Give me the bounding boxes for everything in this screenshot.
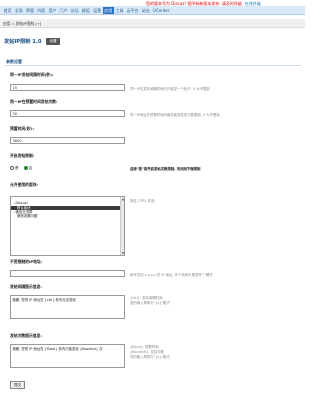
count-msg-textarea[interactable]: 抱歉, 您的 IP 地址在 {flood} 秒内只能发帖 {floodctrl}… xyxy=(10,344,125,368)
interval-msg-label: 发帖间隔提示信息: xyxy=(10,284,42,289)
radio-no-label: 否 xyxy=(28,166,33,170)
plugin-title-row: 发帖IP限制 1.0 设置 xyxy=(4,38,60,45)
scroll-up-icon[interactable]: ▲ xyxy=(121,197,125,201)
radio-no-circle xyxy=(23,166,28,170)
nav-item[interactable]: 群组 xyxy=(80,7,91,14)
radio-yes-circle xyxy=(10,166,14,170)
forums-scrollbar[interactable]: ▲ ▼ xyxy=(120,197,124,255)
breadcrumb: 应用 » 发帖IP限制 [+] xyxy=(3,21,42,26)
post-interval-label: 同一IP发帖间隔时间(秒): xyxy=(10,72,54,77)
admin-header: 您的版本号为 Discuz! 程序有新版本发布: 请及时升级 在线升级 首页 全局界… xyxy=(0,0,305,19)
submit-button[interactable]: 提交 xyxy=(10,381,26,389)
forums-tip: 按住 CTRL 多选 xyxy=(130,199,155,203)
count-msg-tip: {flood}: 预置时间 {floodctrl}: 发帖次数 您的输入帮助与"… xyxy=(130,345,170,359)
nav-item[interactable]: 论坛 xyxy=(69,7,80,14)
nav-item[interactable]: 门户 xyxy=(58,7,69,14)
post-interval-input[interactable]: 15 xyxy=(10,84,125,91)
preset-time-label: 预置时间(秒): xyxy=(10,126,34,131)
radio-yes[interactable]: 是 xyxy=(10,166,19,171)
forums-label: 允许使用的版块: xyxy=(10,182,39,187)
nav-item[interactable]: 站长 xyxy=(140,7,151,14)
post-interval-tip: 同一IP在发帖间隔时间内只能发一个帖子, 0 为不限制 xyxy=(130,87,210,91)
exclude-ip-label: 不受限制的IP地址: xyxy=(10,259,43,264)
post-count-label: 同一IP在预置时间发帖次数: xyxy=(10,99,58,104)
radio-yes-label: 是 xyxy=(15,166,19,170)
forums-select[interactable]: --Discuz! 默认版块 --微信交流群 微信设置问题 ▲ ▼ xyxy=(10,196,125,256)
nav-item[interactable]: 首页 xyxy=(2,7,13,14)
scroll-down-icon[interactable]: ▼ xyxy=(121,251,125,255)
exclude-ip-tip: 填写形如 x.x.x.x 的 IP 地址, 多个请用半角逗号","隔开 xyxy=(130,273,213,277)
main-nav: 首页 全局 界面 内容 用户 门户 论坛 群组 运营 应用 工具 云平台 站长 UCenter xyxy=(0,6,305,15)
nav-item[interactable]: UCenter xyxy=(151,7,171,14)
open-filter-radio-group: 是 否 xyxy=(10,166,32,171)
nav-item[interactable]: 应用 xyxy=(102,7,114,14)
section-title: 参数设置 xyxy=(6,59,22,64)
nav-item[interactable]: 界面 xyxy=(24,7,35,14)
interval-msg-tip: {ctrl}: 发帖间隔时间 您的输入帮助与"{s}"格式 xyxy=(130,296,170,305)
preset-time-input[interactable]: 3600 xyxy=(10,137,125,144)
radio-no[interactable]: 否 xyxy=(23,166,33,171)
breadcrumb-bar: 应用 » 发帖IP限制 [+] xyxy=(0,19,305,28)
exclude-ip-input[interactable] xyxy=(10,270,125,277)
post-count-tip: 同一IP地址在预置时间内最多能发帖的次数限制, 0 为不限制 xyxy=(130,113,220,117)
open-filter-label: 开启发帖限制: xyxy=(10,153,35,158)
plugin-title: 发帖IP限制 1.0 xyxy=(4,39,42,45)
nav-item[interactable]: 全局 xyxy=(13,7,24,14)
open-filter-tip: 选择"是"将开启发帖次数限制, 关闭则不做限制 xyxy=(130,167,201,171)
interval-msg-textarea[interactable]: 抱歉, 您的 IP 地址在 {ctrl} 秒内无法发帖 xyxy=(10,295,125,319)
settings-button[interactable]: 设置 xyxy=(46,38,60,45)
nav-item[interactable]: 内容 xyxy=(36,7,47,14)
nav-item[interactable]: 运营 xyxy=(92,7,103,14)
count-msg-label: 发帖次数提示信息: xyxy=(10,333,42,338)
nav-item[interactable]: 用户 xyxy=(47,7,58,14)
post-count-input[interactable]: 30 xyxy=(10,110,125,117)
section-header: 参数设置 xyxy=(4,58,301,66)
nav-item[interactable]: 工具 xyxy=(114,7,125,14)
forums-options: --Discuz! 默认版块 --微信交流群 微信设置问题 xyxy=(11,197,124,218)
main-nav-items: 首页 全局 界面 内容 用户 门户 论坛 群组 运营 应用 工具 云平台 站长 UCenter xyxy=(2,7,171,14)
nav-item[interactable]: 云平台 xyxy=(125,7,140,14)
forum-option[interactable]: 微信设置问题 xyxy=(11,214,124,218)
